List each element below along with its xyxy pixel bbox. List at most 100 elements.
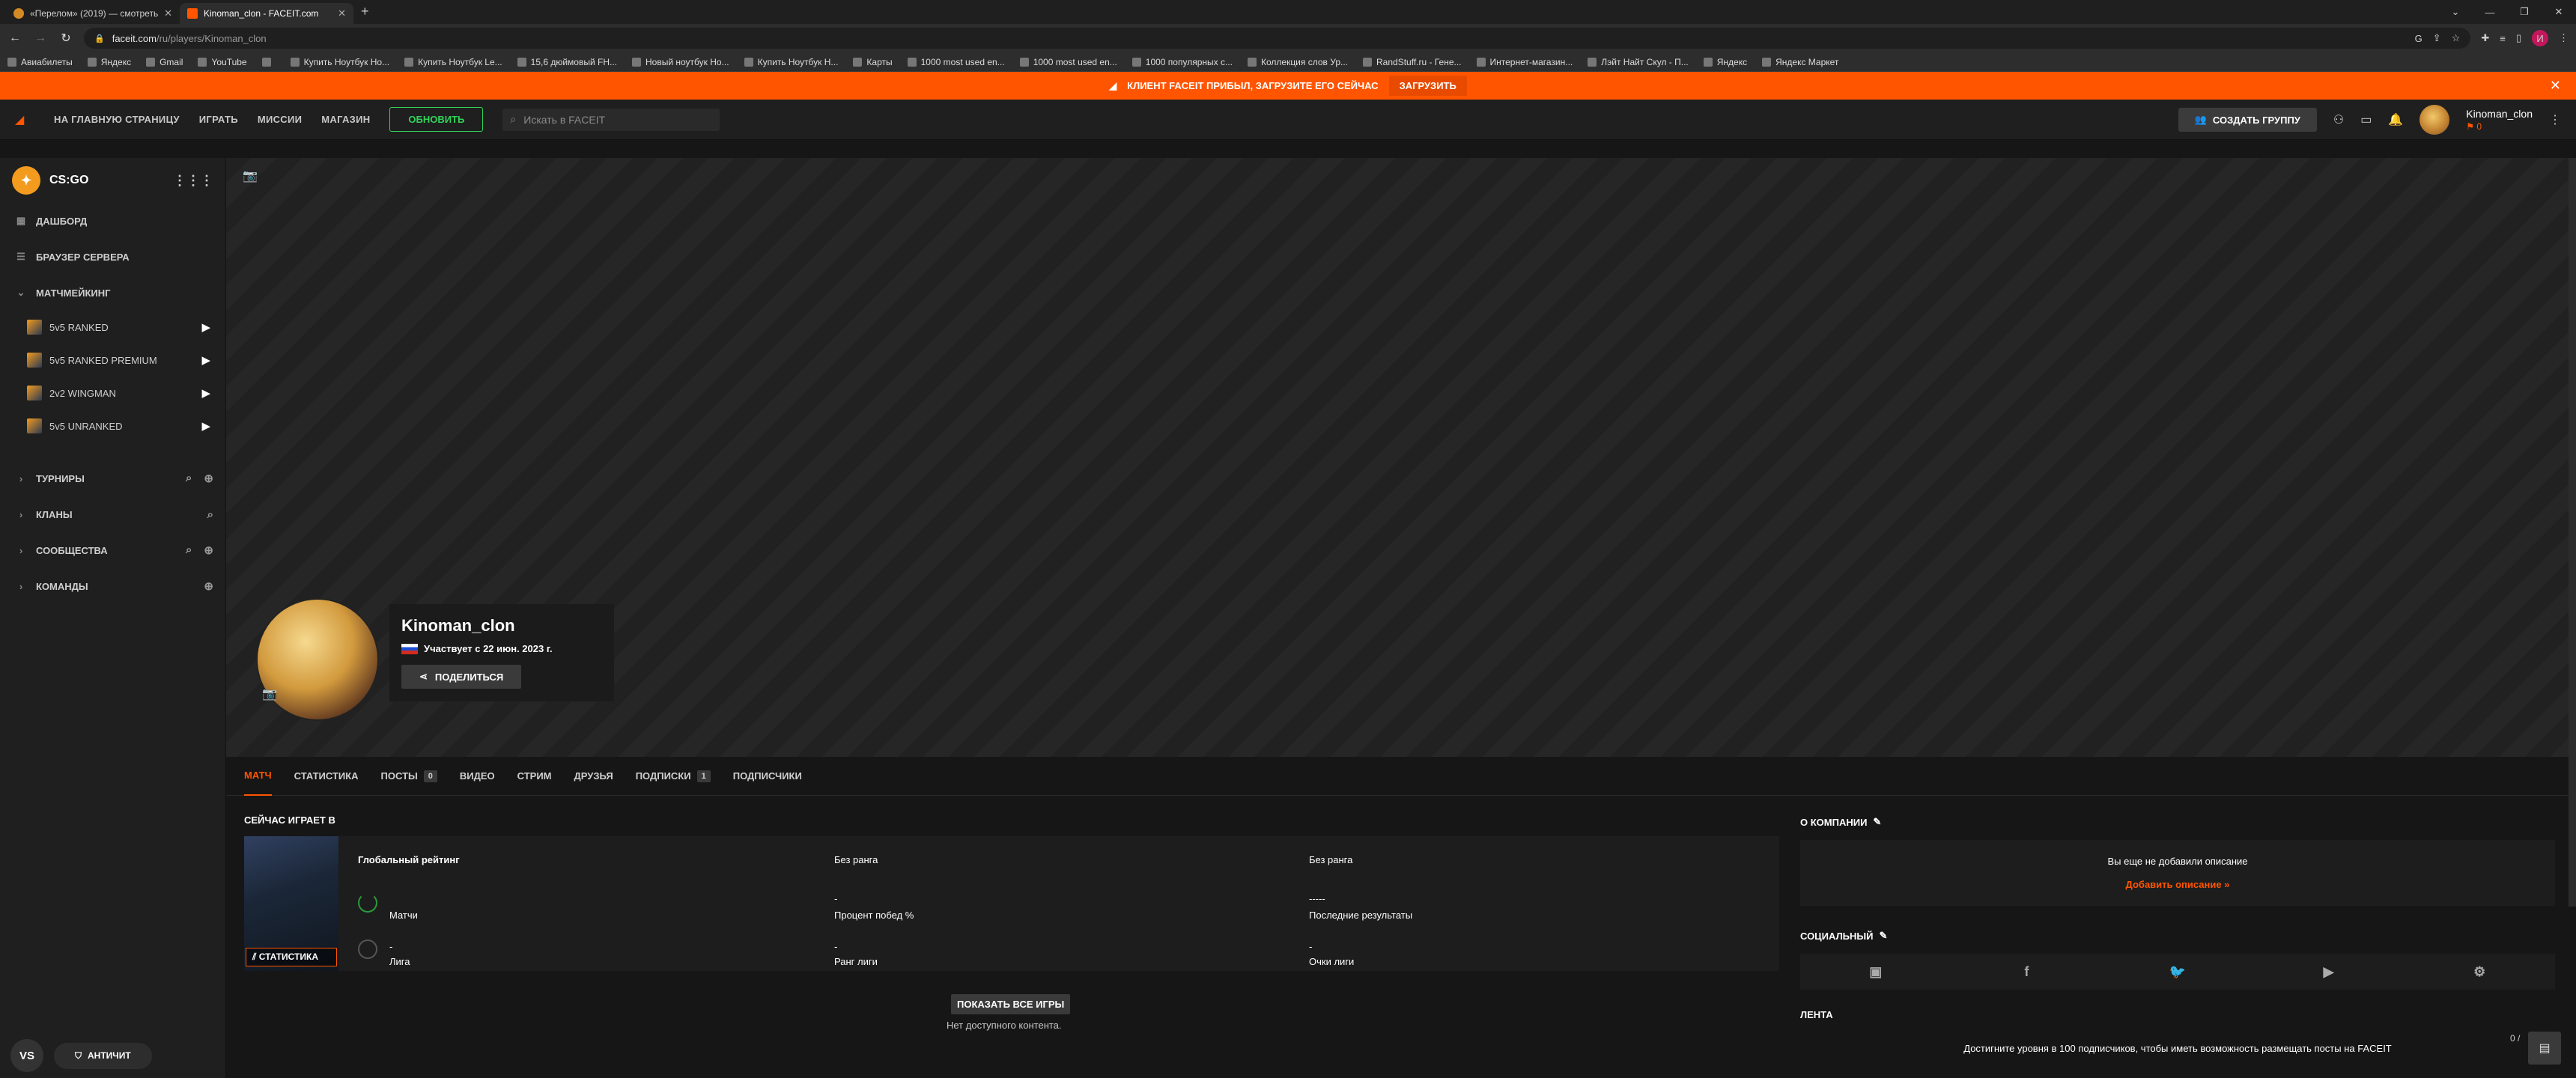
play-icon[interactable]: ▶ xyxy=(201,320,210,334)
media-icon[interactable]: ≡ xyxy=(2500,33,2506,44)
bookmark-item[interactable]: 1000 most used en... xyxy=(907,57,1005,67)
nav-home[interactable]: НА ГЛАВНУЮ СТРАНИЦУ xyxy=(54,114,180,125)
close-tab-icon[interactable]: ✕ xyxy=(164,7,172,19)
tab-search-icon[interactable]: ⌄ xyxy=(2438,0,2473,24)
bookmark-item[interactable]: Новый ноутбук Но... xyxy=(632,57,729,67)
queue-item[interactable]: 5v5 RANKED PREMIUM ▶ xyxy=(0,344,225,377)
bookmark-star-icon[interactable]: ☆ xyxy=(2452,32,2461,44)
bookmark-item[interactable]: RandStuff.ru - Гене... xyxy=(1363,57,1462,67)
anticheat-button[interactable]: ⛉ АНТИЧИТ xyxy=(54,1042,152,1069)
search-input[interactable] xyxy=(523,113,704,126)
bookmark-item[interactable]: Яндекс Маркет xyxy=(1762,57,1838,67)
bookmark-item[interactable]: Карты xyxy=(853,57,893,67)
game-selector[interactable]: ✦ CS:GO ⋮⋮⋮ xyxy=(0,158,225,203)
bookmark-item[interactable]: Яндекс xyxy=(1703,57,1747,67)
url-field[interactable]: 🔒 faceit.com/ru/players/Kinoman_clon G ⇪… xyxy=(84,28,2471,49)
play-icon[interactable]: ▶ xyxy=(201,386,210,400)
back-icon[interactable]: ← xyxy=(7,31,22,45)
sidebar-item-tournaments[interactable]: › ТУРНИРЫ ⌕ ⊕ xyxy=(0,460,225,496)
bookmark-item[interactable]: Лэйт Найт Скул - П... xyxy=(1588,57,1689,67)
browser-menu-icon[interactable]: ⋮ xyxy=(2559,32,2569,44)
camera-icon[interactable]: 📷 xyxy=(243,168,258,183)
sidebar-item-clans[interactable]: › КЛАНЫ ⌕ xyxy=(0,496,225,532)
stats-button[interactable]: ⫽ СТАТИСТИКА xyxy=(246,948,337,966)
bookmark-item[interactable]: Купить Ноутбук Н... xyxy=(744,57,838,67)
tab-match[interactable]: МАТЧ xyxy=(244,757,272,796)
twitter-icon[interactable]: 🐦 xyxy=(2102,954,2253,990)
add-icon[interactable]: ⊕ xyxy=(204,579,213,593)
bookmark-item[interactable]: Авиабилеты xyxy=(7,57,73,67)
bookmark-item[interactable]: Яндекс xyxy=(87,57,131,67)
bookmark-item[interactable]: Коллекция слов Ур... xyxy=(1247,57,1348,67)
create-group-button[interactable]: 👥 СОЗДАТЬ ГРУППУ xyxy=(2178,108,2317,132)
youtube-icon[interactable]: ▶ xyxy=(2253,954,2405,990)
user-avatar[interactable] xyxy=(2419,105,2450,135)
sidebar-item-communities[interactable]: › СООБЩЕСТВА ⌕ ⊕ xyxy=(0,532,225,568)
more-menu-icon[interactable]: ⋮ xyxy=(2549,112,2561,127)
search-icon[interactable]: ⌕ xyxy=(186,472,192,485)
close-tab-icon[interactable]: ✕ xyxy=(338,7,346,19)
tab-video[interactable]: ВИДЕО xyxy=(460,757,495,796)
bookmark-item[interactable]: Купить Ноутбук Le... xyxy=(404,57,502,67)
bookmark-item[interactable]: 1000 most used en... xyxy=(1019,57,1117,67)
bookmark-item[interactable]: 1000 популярных с... xyxy=(1131,57,1233,67)
maximize-icon[interactable]: ❐ xyxy=(2507,0,2542,24)
bookmark-item[interactable]: Gmail xyxy=(146,57,183,67)
edit-pencil-icon[interactable]: ✎ xyxy=(1873,816,1881,828)
sidepanel-icon[interactable]: ▯ xyxy=(2516,32,2521,44)
minimize-icon[interactable]: — xyxy=(2473,0,2507,24)
browser-tab[interactable]: «Перелом» (2019) — смотреть ✕ xyxy=(6,3,180,24)
download-button[interactable]: ЗАГРУЗИТЬ xyxy=(1388,76,1467,96)
versus-button[interactable]: VS xyxy=(10,1039,43,1072)
forward-icon[interactable]: → xyxy=(33,31,48,45)
faceit-logo-icon[interactable]: ◢ xyxy=(15,112,34,127)
sidebar-item-teams[interactable]: › КОМАНДЫ ⊕ xyxy=(0,568,225,604)
browser-profile-avatar[interactable]: И xyxy=(2532,30,2548,46)
tab-stream[interactable]: СТРИМ xyxy=(517,757,552,796)
lock-icon[interactable]: 🔒 xyxy=(94,34,105,43)
bookmark-item[interactable]: YouTube xyxy=(198,57,247,67)
sidebar-item-dashboard[interactable]: ▦ ДАШБОРД xyxy=(0,203,225,239)
bookmark-item[interactable]: Интернет-магазин... xyxy=(1476,57,1573,67)
tab-friends[interactable]: ДРУЗЬЯ xyxy=(574,757,613,796)
search-box[interactable]: ⌕ xyxy=(502,108,720,131)
avatar-camera-icon[interactable]: 📷 xyxy=(262,686,277,701)
add-description-link[interactable]: Добавить описание » xyxy=(2126,879,2230,890)
queue-item[interactable]: 5v5 RANKED ▶ xyxy=(0,311,225,344)
sidebar-item-server-browser[interactable]: ☰ БРАУЗЕР СЕРВЕРА xyxy=(0,239,225,275)
queue-item[interactable]: 5v5 UNRANKED ▶ xyxy=(0,409,225,442)
tab-following[interactable]: ПОДПИСКИ 1 xyxy=(636,757,711,796)
twitch-icon[interactable]: ▣ xyxy=(1800,954,1951,990)
browser-tab-active[interactable]: Kinoman_clon - FACEIT.com ✕ xyxy=(180,3,353,24)
bookmark-item[interactable] xyxy=(261,57,276,67)
queue-item[interactable]: 2v2 WINGMAN ▶ xyxy=(0,377,225,409)
apps-grid-icon[interactable]: ⋮⋮⋮ xyxy=(173,173,213,189)
google-icon[interactable]: G xyxy=(2415,33,2422,44)
edit-pencil-icon[interactable]: ✎ xyxy=(1880,930,1888,942)
banner-close-icon[interactable]: ✕ xyxy=(2550,78,2561,94)
tab-followers[interactable]: ПОДПИСЧИКИ xyxy=(733,757,802,796)
tab-posts[interactable]: ПОСТЫ 0 xyxy=(381,757,437,796)
search-icon[interactable]: ⌕ xyxy=(207,508,213,521)
play-icon[interactable]: ▶ xyxy=(201,353,210,367)
add-icon[interactable]: ⊕ xyxy=(204,543,213,557)
scrollbar[interactable] xyxy=(2569,158,2576,907)
user-block[interactable]: Kinoman_clon ⚑ 0 xyxy=(2466,108,2533,132)
reload-icon[interactable]: ↻ xyxy=(58,31,73,46)
friends-icon[interactable]: ⚇ xyxy=(2333,112,2344,127)
upgrade-button[interactable]: ОБНОВИТЬ xyxy=(389,107,484,132)
sidebar-item-matchmaking[interactable]: ⌄ МАТЧМЕЙКИНГ xyxy=(0,275,225,311)
facebook-icon[interactable]: f xyxy=(1951,954,2103,990)
steam-icon[interactable]: ⚙ xyxy=(2404,954,2555,990)
add-icon[interactable]: ⊕ xyxy=(204,472,213,485)
new-tab-button[interactable]: + xyxy=(353,4,377,24)
share-button[interactable]: ⋖ ПОДЕЛИТЬСЯ xyxy=(401,665,522,689)
play-icon[interactable]: ▶ xyxy=(201,419,210,433)
bookmark-item[interactable]: 15,6 дюймовый FH... xyxy=(517,57,617,67)
tab-stats[interactable]: СТАТИСТИКА xyxy=(294,757,359,796)
bell-icon[interactable]: 🔔 xyxy=(2388,112,2403,127)
show-all-games-button[interactable]: ПОКАЗАТЬ ВСЕ ИГРЫ xyxy=(951,994,1071,1014)
window-close-icon[interactable]: ✕ xyxy=(2542,0,2576,24)
chat-button[interactable]: ▤ xyxy=(2528,1032,2561,1065)
wallet-icon[interactable]: ▭ xyxy=(2360,112,2372,127)
